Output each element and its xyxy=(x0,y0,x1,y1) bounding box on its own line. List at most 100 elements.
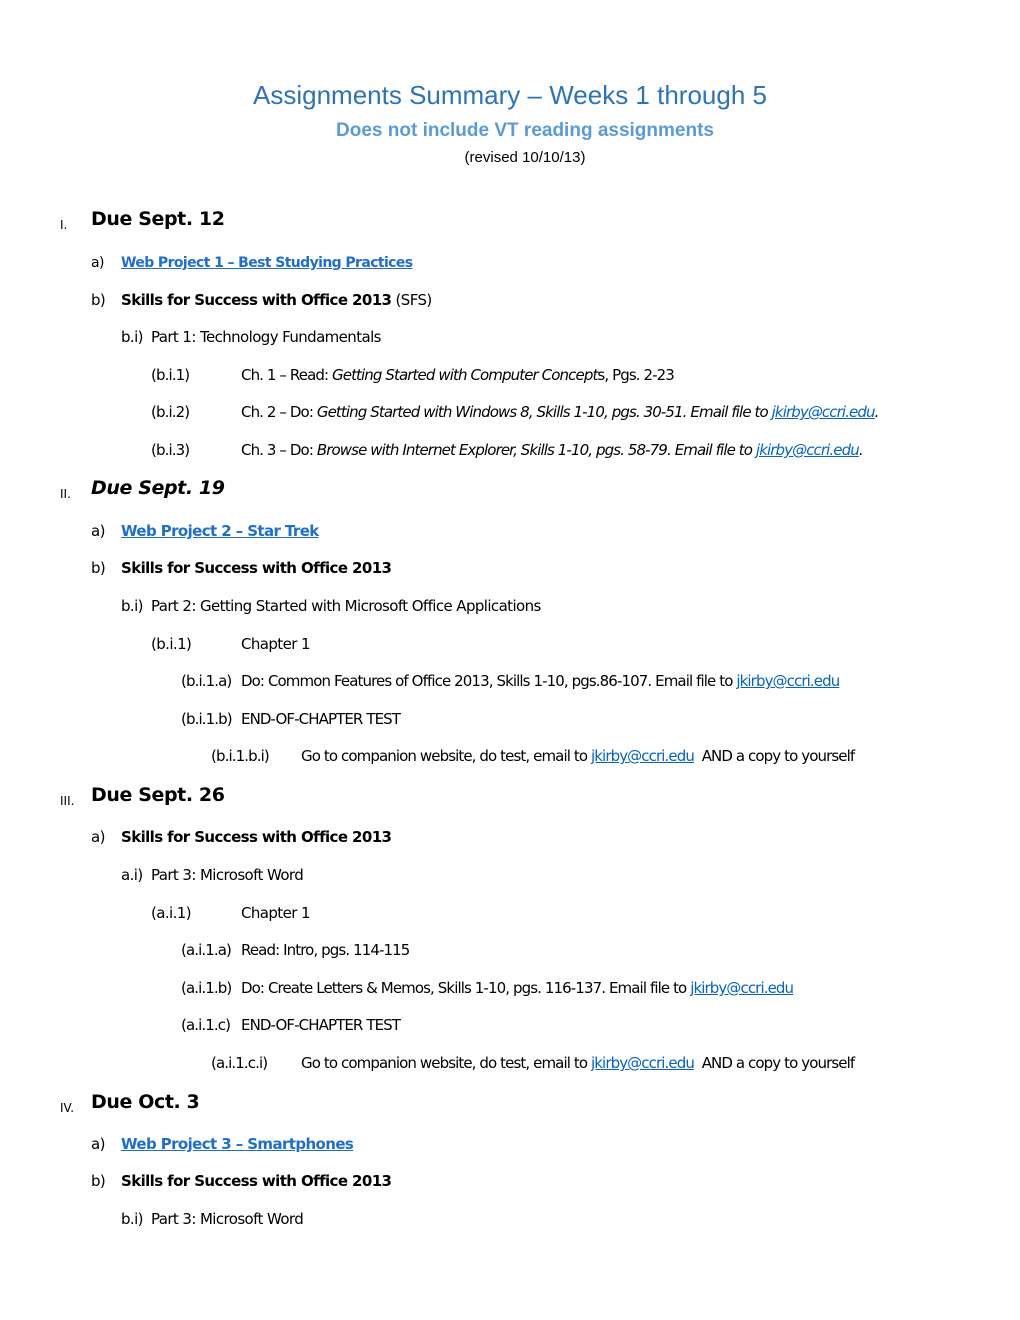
list-item: a) Web Project 1 – Best Studying Practice… xyxy=(91,253,413,273)
item-label: (a.i.1.c) xyxy=(181,1016,231,1034)
list-item: (a.i.1.c) END-OF-CHAPTER TEST xyxy=(181,1015,401,1035)
item-text: Part 2: Getting Started with Microsoft O… xyxy=(151,597,541,615)
textbook-abbrev: (SFS) xyxy=(391,291,433,309)
email-link[interactable]: jkirby@ccri.edu xyxy=(772,403,876,421)
item-text: Ch. 1 – Read: xyxy=(241,366,333,384)
email-link[interactable]: jkirby@ccri.edu xyxy=(690,979,794,997)
item-label: b.i) xyxy=(121,328,144,346)
list-item: (a.i.1) Chapter 1 xyxy=(151,903,310,923)
list-item: (b.i.1.b.i) Go to companion website, do t… xyxy=(211,746,856,766)
item-text: Ch. 3 – Do: xyxy=(241,441,317,459)
section-heading-text: Due Sept. 19 xyxy=(91,477,225,499)
section-heading-4: IV. Due Oct. 3 xyxy=(60,1091,200,1115)
textbook-title: Skills for Success with Office 2013 xyxy=(121,559,392,577)
item-text: Go to companion website, do test, email … xyxy=(301,1054,591,1072)
item-text: Chapter 1 xyxy=(241,635,310,653)
web-project-3-link[interactable]: Web Project 3 – Smartphones xyxy=(121,1135,354,1153)
textbook-title: Skills for Success with Office 2013 xyxy=(121,291,392,309)
web-project-2-link[interactable]: Web Project 2 – Star Trek xyxy=(121,522,319,540)
web-project-1-link[interactable]: Web Project 1 – Best Studying Practices xyxy=(121,255,413,271)
item-text: Chapter 1 xyxy=(241,904,310,922)
item-label: (a.i.1.a) xyxy=(181,941,232,959)
list-item: a.i) Part 3: Microsoft Word xyxy=(121,865,304,885)
list-item: (b.i.2) Ch. 2 – Do: Getting Started with … xyxy=(151,402,880,422)
item-text: AND a copy to yourself xyxy=(693,1054,856,1072)
email-link[interactable]: jkirby@ccri.edu xyxy=(756,441,860,459)
item-label: a.i) xyxy=(121,866,143,884)
item-label: b) xyxy=(91,559,106,577)
item-label: (b.i.1.b) xyxy=(181,710,233,728)
item-label: (b.i.1) xyxy=(151,635,192,653)
list-item: a) Skills for Success with Office 2013 xyxy=(91,827,392,847)
item-text: AND a copy to yourself xyxy=(693,747,856,765)
item-label: a) xyxy=(91,1135,105,1153)
email-link[interactable]: jkirby@ccri.edu xyxy=(591,747,695,765)
list-item: (b.i.1) Chapter 1 xyxy=(151,634,310,654)
item-text: Part 3: Microsoft Word xyxy=(151,866,304,884)
item-text: Browse with Internet Explorer, Skills 1-… xyxy=(316,441,756,459)
item-label: a) xyxy=(91,828,105,846)
item-label: (a.i.1.b) xyxy=(181,979,232,997)
item-label: (b.i.1) xyxy=(151,366,190,384)
item-text: Part 3: Microsoft Word xyxy=(151,1210,304,1228)
list-item: b.i) Part 3: Microsoft Word xyxy=(121,1209,304,1229)
revision-note: (revised 10/10/13) xyxy=(464,149,586,166)
item-label: (b.i.3) xyxy=(151,441,190,459)
list-item: b) Skills for Success with Office 2013 xyxy=(91,558,392,578)
section-heading-3: III. Due Sept. 26 xyxy=(60,784,225,808)
item-text: END-OF-CHAPTER TEST xyxy=(241,710,401,728)
item-label: (b.i.1.b.i) xyxy=(211,747,270,765)
item-text: Getting Started with Windows 8, Skills 1… xyxy=(316,403,772,421)
document-page: Assignments Summary – Weeks 1 through 5 … xyxy=(0,0,1020,1320)
item-label: b.i) xyxy=(121,597,144,615)
section-numeral: I. xyxy=(60,218,68,232)
section-heading-2: II. Due Sept. 19 xyxy=(60,477,225,501)
email-link[interactable]: jkirby@ccri.edu xyxy=(736,672,840,690)
section-heading-text: Due Sept. 12 xyxy=(91,208,225,230)
section-heading-text: Due Sept. 26 xyxy=(91,784,225,806)
list-item: b.i) Part 2: Getting Started with Microso… xyxy=(121,596,541,616)
list-item: (a.i.1.c.i) Go to companion website, do t… xyxy=(211,1053,856,1073)
item-text: Do: Common Features of Office 2013, Skil… xyxy=(241,672,737,690)
item-label: a) xyxy=(91,522,105,540)
item-label: (a.i.1) xyxy=(151,904,192,922)
section-heading-text: Due Oct. 3 xyxy=(91,1091,200,1113)
section-heading-1: I. Due Sept. 12 xyxy=(60,208,225,232)
list-item: b) Skills for Success with Office 2013 xyxy=(91,1171,392,1191)
item-label: b) xyxy=(91,291,106,309)
list-item: (b.i.1) Ch. 1 – Read: Getting Started wit… xyxy=(151,365,675,385)
item-text: . xyxy=(858,441,864,459)
section-numeral: III. xyxy=(60,794,75,808)
textbook-title: Skills for Success with Office 2013 xyxy=(121,828,392,846)
list-item: (a.i.1.b) Do: Create Letters & Memos, Ski… xyxy=(181,978,794,998)
list-item: b.i) Part 1: Technology Fundamentals xyxy=(121,327,381,347)
item-label: b) xyxy=(91,1172,106,1190)
item-label: (b.i.2) xyxy=(151,403,190,421)
item-label: (a.i.1.c.i) xyxy=(211,1054,268,1072)
item-text: Do: Create Letters & Memos, Skills 1-10,… xyxy=(241,979,691,997)
list-item: (b.i.1.b) END-OF-CHAPTER TEST xyxy=(181,709,401,729)
list-item: (a.i.1.a) Read: Intro, pgs. 114-115 xyxy=(181,940,410,960)
list-item: (b.i.1.a) Do: Common Features of Office 2… xyxy=(181,671,840,691)
item-text: Read: Intro, pgs. 114-115 xyxy=(241,941,410,959)
item-text: END-OF-CHAPTER TEST xyxy=(241,1016,401,1034)
item-text: Ch. 2 – Do: xyxy=(241,403,317,421)
item-label: b.i) xyxy=(121,1210,144,1228)
document-title: Assignments Summary – Weeks 1 through 5 xyxy=(253,80,767,110)
list-item: a) Web Project 3 – Smartphones xyxy=(91,1134,354,1154)
section-numeral: IV. xyxy=(60,1101,75,1115)
item-label: (b.i.1.a) xyxy=(181,672,232,690)
list-item: b) Skills for Success with Office 2013 (S… xyxy=(91,290,432,310)
item-text: Go to companion website, do test, email … xyxy=(301,747,591,765)
list-item: (b.i.3) Ch. 3 – Do: Browse with Internet … xyxy=(151,440,864,460)
section-numeral: II. xyxy=(60,487,71,501)
list-item: a) Web Project 2 – Star Trek xyxy=(91,521,319,541)
item-label: a) xyxy=(91,255,104,271)
item-text: s, Pgs. 2-23 xyxy=(597,366,674,384)
item-text: . xyxy=(874,403,880,421)
email-link[interactable]: jkirby@ccri.edu xyxy=(591,1054,695,1072)
book-title: Getting Started with Computer Concept xyxy=(332,366,598,384)
textbook-title: Skills for Success with Office 2013 xyxy=(121,1172,392,1190)
document-subtitle: Does not include VT reading assignments xyxy=(336,120,714,141)
item-text: Part 1: Technology Fundamentals xyxy=(151,328,381,346)
